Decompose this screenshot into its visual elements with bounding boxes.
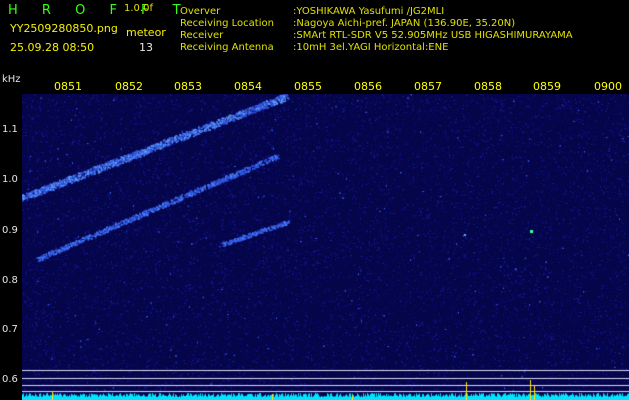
datetime-label: 25.09.28 08:50 — [10, 41, 95, 54]
version-label: 1.0.0f — [124, 3, 153, 14]
y-tick-label: 0.8 — [2, 275, 18, 286]
info-value-antenna: :10mH 3el.YAGI Horizontal:ENE — [293, 42, 449, 53]
info-value-receiver: :SMArt RTL-SDR V5 52.905MHz USB HIGASHIM… — [293, 30, 573, 41]
info-value-observer: :YOSHIKAWA Yasufumi /JG2MLI — [293, 6, 445, 17]
x-tick-label: 0900 — [594, 80, 622, 93]
x-tick-label: 0858 — [474, 80, 502, 93]
meteor-label: meteor — [126, 26, 166, 39]
y-tick-label: 0.6 — [2, 374, 18, 385]
y-tick-label: 1.0 — [2, 174, 18, 185]
info-value-location: :Nagoya Aichi-pref. JAPAN (136.90E, 35.2… — [293, 18, 516, 29]
info-label-observer: Overver — [180, 6, 221, 17]
x-tick-label: 0853 — [174, 80, 202, 93]
x-tick-label: 0859 — [533, 80, 561, 93]
x-tick-label: 0851 — [54, 80, 82, 93]
y-tick-label: 0.9 — [2, 225, 18, 236]
y-tick-label: 0.7 — [2, 324, 18, 335]
meteor-count: 13 — [139, 41, 153, 54]
info-label-receiver: Receiver — [180, 30, 224, 41]
info-label-antenna: Receiving Antenna — [180, 42, 274, 53]
x-tick-label: 0852 — [115, 80, 143, 93]
brand-title: H R O F F T — [8, 3, 191, 18]
y-tick-label: 1.1 — [2, 124, 18, 135]
filename-label: YY2509280850.png — [10, 22, 118, 35]
y-axis-unit: kHz — [2, 74, 21, 85]
x-tick-label: 0856 — [354, 80, 382, 93]
x-tick-label: 0854 — [234, 80, 262, 93]
x-tick-label: 0855 — [294, 80, 322, 93]
info-label-location: Receiving Location — [180, 18, 274, 29]
x-tick-label: 0857 — [414, 80, 442, 93]
spectrogram-image — [22, 94, 629, 400]
